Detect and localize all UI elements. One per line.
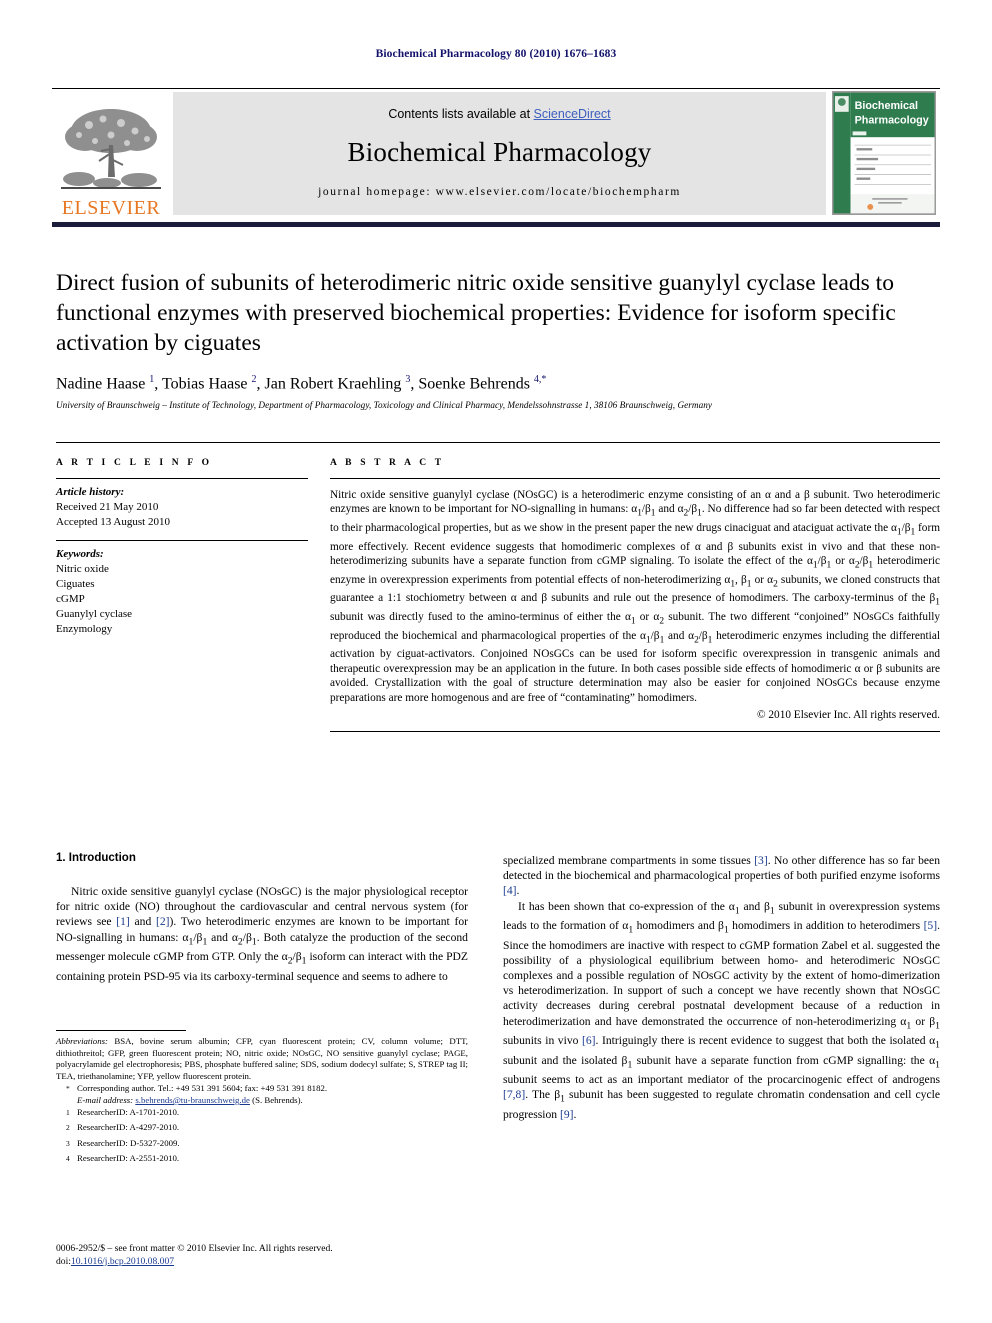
footnote-marker: 1: [66, 1107, 77, 1123]
footnote-marker: 4: [66, 1153, 77, 1169]
abstract-label: A B S T R A C T: [330, 458, 445, 468]
footnote-block: Abbreviations: BSA, bovine serum albumin…: [56, 1036, 468, 1169]
footnote-corresponding-author: * Corresponding author. Tel.: +49 531 39…: [56, 1083, 468, 1106]
abstract-copyright: © 2010 Elsevier Inc. All rights reserved…: [756, 709, 940, 722]
email-owner-text: (S. Behrends).: [252, 1094, 303, 1105]
journal-title: Biochemical Pharmacology: [347, 137, 652, 167]
footnote-marker-text: *: [66, 1084, 70, 1094]
abstract-column: A B S T R A C T Nitric oxide sensitive g…: [330, 458, 940, 733]
keyword-item: cGMP: [56, 593, 85, 605]
keyword-item: Enzymology: [56, 623, 113, 635]
footnote-marker-text: 4: [66, 1154, 70, 1164]
footnote-marker-text: 3: [66, 1138, 70, 1148]
keyword-item: Guanylyl cyclase: [56, 608, 133, 620]
contents-prefix-text: Contents lists available at: [388, 107, 534, 121]
keywords-label: Keywords:: [56, 548, 104, 560]
footnote-researcher-id: 3 ResearcherID: D-5327-2009.: [56, 1138, 468, 1154]
email-address-link[interactable]: s.behrends@tu-braunschweig.de: [135, 1095, 250, 1105]
body-column-right: specialized membrane compartments in som…: [503, 854, 940, 1121]
footnote-text: ResearcherID: A-1701-2010.: [77, 1106, 180, 1117]
frontmatter-block: 0006-2952/$ – see front matter © 2010 El…: [56, 1243, 486, 1268]
article-history-label: Article history:: [56, 486, 125, 498]
footnote-text: ResearcherID: D-5327-2009.: [77, 1137, 180, 1148]
svg-text:Pharmacology: Pharmacology: [855, 115, 929, 127]
journal-cover-thumbnail[interactable]: Biochemical Pharmacology: [828, 89, 940, 218]
elsevier-tree-icon: [59, 101, 163, 197]
footnote-text: Corresponding author. Tel.: +49 531 391 …: [77, 1083, 468, 1106]
keyword-item: Ciguates: [56, 578, 95, 590]
article-info-column: A R T I C L E I N F O Article history: R…: [56, 458, 308, 647]
masthead-bottom-rule: [52, 222, 940, 227]
article-page: Biochemical Pharmacology 80 (2010) 1676–…: [0, 0, 992, 1323]
contents-available-line: Contents lists available at ScienceDirec…: [388, 107, 610, 121]
journal-masthead: ELSEVIER Contents lists available at Sci…: [52, 88, 940, 218]
svg-text:Biochemical: Biochemical: [855, 100, 918, 112]
masthead-center-band: Contents lists available at ScienceDirec…: [173, 92, 826, 215]
footnote-list: * Corresponding author. Tel.: +49 531 39…: [56, 1083, 468, 1168]
elsevier-logo: ELSEVIER: [52, 89, 170, 218]
sciencedirect-link[interactable]: ScienceDirect: [534, 107, 611, 121]
doi-label: doi:: [56, 1255, 71, 1267]
journal-homepage-line[interactable]: journal homepage: www.elsevier.com/locat…: [318, 186, 681, 198]
article-info-label: A R T I C L E I N F O: [56, 458, 213, 468]
affiliation: University of Braunschweig – Institute o…: [56, 400, 712, 410]
footnote-marker: 3: [66, 1138, 77, 1154]
infoblock-top-rule: [56, 442, 940, 443]
footnote-marker-text: 1: [66, 1107, 70, 1117]
abstract-body: Nitric oxide sensitive guanylyl cyclase …: [330, 479, 940, 722]
journal-running-head: Biochemical Pharmacology 80 (2010) 1676–…: [375, 48, 617, 60]
journal-cover-image: Biochemical Pharmacology: [832, 91, 936, 215]
keywords-group: Keywords: Nitric oxide Ciguates cGMP Gua…: [56, 541, 308, 647]
footnote-separator-rule: [56, 1030, 186, 1031]
page-title: Direct fusion of subunits of heterodimer…: [56, 270, 896, 356]
author-list: Nadine Haase 1, Tobias Haase 2, Jan Robe…: [56, 374, 547, 393]
article-history-group: Article history: Received 21 May 2010 Ac…: [56, 479, 308, 540]
abbreviations-note: Abbreviations: BSA, bovine serum albumin…: [56, 1036, 468, 1081]
article-history-received: Received 21 May 2010: [56, 501, 159, 513]
corresponding-author-text: Corresponding author. Tel.: +49 531 391 …: [77, 1083, 328, 1094]
keyword-item: Nitric oxide: [56, 563, 109, 575]
doi-link[interactable]: 10.1016/j.bcp.2010.08.007: [71, 1256, 174, 1267]
email-address-label: E-mail address:: [77, 1094, 134, 1105]
body-column-left: Nitric oxide sensitive guanylyl cyclase …: [56, 885, 468, 983]
doi-line: doi:10.1016/j.bcp.2010.08.007: [56, 1256, 486, 1269]
footnote-text: ResearcherID: A-4297-2010.: [77, 1122, 180, 1133]
abstract-bottom-rule: [330, 731, 940, 733]
frontmatter-issn-line: 0006-2952/$ – see front matter © 2010 El…: [56, 1243, 333, 1254]
article-history-accepted: Accepted 13 August 2010: [56, 516, 170, 528]
abstract-text: Nitric oxide sensitive guanylyl cyclase …: [330, 489, 940, 704]
footnote-researcher-id: 4 ResearcherID: A-2551-2010.: [56, 1153, 468, 1169]
elsevier-wordmark: ELSEVIER: [61, 197, 161, 219]
footnote-researcher-id: 2 ResearcherID: A-4297-2010.: [56, 1122, 468, 1138]
section-heading-introduction: 1. Introduction: [56, 852, 136, 864]
footnote-marker: 2: [66, 1122, 77, 1138]
footnote-researcher-id: 1 ResearcherID: A-1701-2010.: [56, 1107, 468, 1123]
footnote-marker: *: [66, 1083, 77, 1106]
footnote-text: ResearcherID: A-2551-2010.: [77, 1153, 180, 1164]
footnote-marker-text: 2: [66, 1123, 70, 1133]
